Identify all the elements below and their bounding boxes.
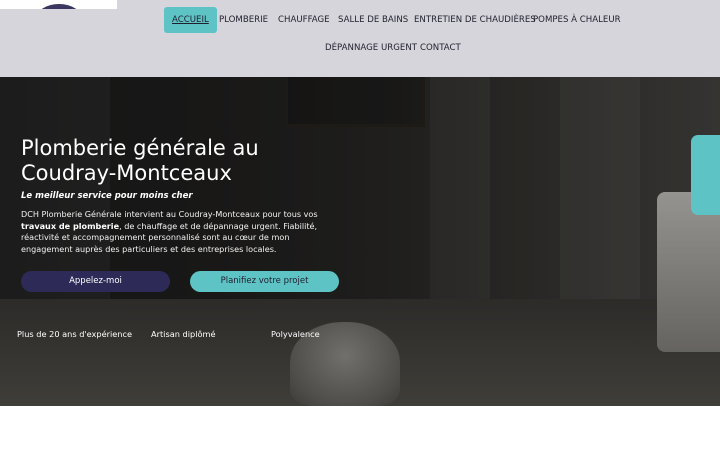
nav-item-contact[interactable]: CONTACT — [420, 42, 461, 54]
feature-experience: Plus de 20 ans d'expérience — [17, 329, 133, 339]
logo-mark — [36, 4, 82, 9]
nav-item-entretien-de-chaudieres[interactable]: ENTRETIEN DE CHAUDIÈRES — [414, 14, 536, 26]
site-header: ACCUEIL PLOMBERIE CHAUFFAGE SALLE DE BAI… — [0, 0, 720, 77]
side-tab-icon[interactable] — [691, 135, 720, 215]
call-me-button[interactable]: Appelez-moi — [21, 271, 170, 292]
hero-section: Plomberie générale au Coudray-Montceaux … — [0, 77, 720, 406]
nav-item-pompes-a-chaleur[interactable]: POMPES À CHALEUR — [533, 14, 621, 26]
plan-project-button[interactable]: Planifiez votre projet — [190, 271, 339, 292]
hero-description-text: DCH Plomberie Générale intervient au Cou… — [21, 209, 318, 219]
nav-item-chauffage[interactable]: CHAUFFAGE — [278, 14, 330, 26]
hero-description: DCH Plomberie Générale intervient au Cou… — [21, 209, 331, 255]
hero-description-highlight: travaux de plomberie — [21, 220, 120, 231]
hero-title: Plomberie générale au Coudray-Montceaux — [21, 136, 259, 185]
logo[interactable] — [0, 0, 117, 9]
nav-item-salle-de-bains[interactable]: SALLE DE BAINS — [338, 14, 408, 26]
nav-item-plomberie[interactable]: PLOMBERIE — [219, 14, 268, 26]
nav-item-accueil[interactable]: ACCUEIL — [164, 7, 217, 33]
hero-subtitle: Le meilleur service pour moins cher — [21, 191, 193, 201]
feature-versatility: Polyvalence — [271, 329, 320, 339]
nav-item-depannage-urgent[interactable]: DÉPANNAGE URGENT — [325, 42, 417, 54]
feature-certified: Artisan diplômé — [151, 329, 216, 339]
